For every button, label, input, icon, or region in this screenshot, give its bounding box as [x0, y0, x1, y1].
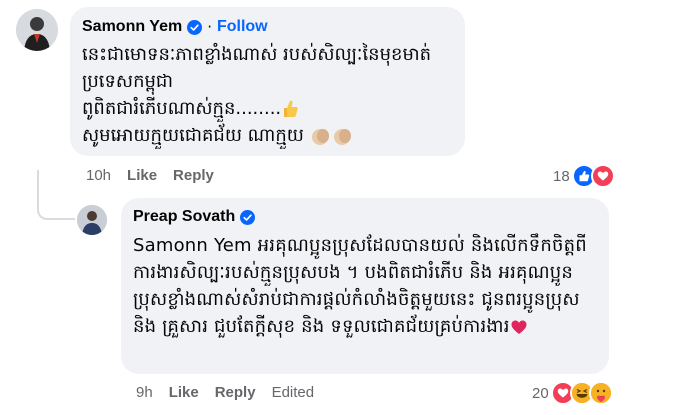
like-button[interactable]: Like	[169, 384, 199, 401]
thumbs-up-emoji-icon	[284, 100, 298, 117]
reply-timestamp[interactable]: 9h	[136, 384, 153, 401]
comment-bubble: Samonn Yem · Follow នេះជាមោទនៈភាពខ្លាំងណ…	[70, 7, 465, 156]
comment-line: ពូពិតជារំភើបណាស់ក្មួន........	[82, 95, 453, 122]
reply-author-name[interactable]: Preap Sovath	[133, 208, 235, 226]
reply-button[interactable]: Reply	[215, 384, 256, 401]
comment-author-name[interactable]: Samonn Yem	[82, 18, 182, 36]
comment-line-text: ពូពិតជារំភើបណាស់ក្មួន........	[82, 98, 282, 119]
comment-line: ប្រទេសកម្ពុជា	[82, 71, 174, 92]
comment-line: នេះជាមោទនៈភាពខ្លាំងណាស់ របស់សិល្បៈនៃមុខម…	[82, 44, 432, 65]
verified-badge-icon	[187, 19, 203, 35]
comment-text: នេះជាមោទនៈភាពខ្លាំងណាស់ របស់សិល្បៈនៃមុខម…	[82, 41, 453, 149]
avatar-photo-icon	[77, 205, 107, 235]
avatar-photo-icon	[16, 9, 58, 51]
clapping-hands-emoji-icon	[311, 129, 351, 145]
comment-actions: 10h Like Reply	[86, 167, 214, 184]
separator-dot: ·	[207, 18, 212, 36]
reply-actions: 9h Like Reply Edited	[136, 384, 314, 401]
reply-header: Preap Sovath	[133, 205, 597, 229]
comment-timestamp[interactable]: 10h	[86, 167, 111, 184]
reply-button[interactable]: Reply	[173, 167, 214, 184]
reaction-count: 20	[532, 384, 549, 402]
reply-thread-line	[37, 170, 75, 220]
comment-reactions[interactable]: 18	[553, 164, 615, 188]
reaction-count: 18	[553, 167, 570, 185]
comment-line: សូមអោយក្មួយជោគជ័យ ណាក្មួយ	[82, 122, 453, 149]
comment-header: Samonn Yem · Follow	[82, 15, 453, 39]
care-reaction-icon	[588, 381, 613, 405]
verified-badge-icon	[240, 209, 256, 225]
replier-avatar[interactable]	[77, 205, 107, 235]
reply-reactions[interactable]: 20	[532, 381, 613, 405]
comment-line-text: សូមអោយក្មួយជោគជ័យ ណាក្មួយ	[82, 125, 304, 146]
love-reaction-icon	[590, 164, 615, 188]
reply-bubble: Preap Sovath Samonn Yem អរគុណប្អូនប្រុសដ…	[121, 198, 609, 374]
commenter-avatar[interactable]	[16, 9, 58, 51]
red-heart-emoji-icon	[511, 320, 527, 334]
edited-label: Edited	[271, 384, 315, 401]
reply-text: Samonn Yem អរគុណប្អូនប្រុសដែលបានយល់ និងល…	[133, 232, 597, 340]
like-button[interactable]: Like	[127, 167, 157, 184]
follow-button[interactable]: Follow	[217, 18, 268, 36]
